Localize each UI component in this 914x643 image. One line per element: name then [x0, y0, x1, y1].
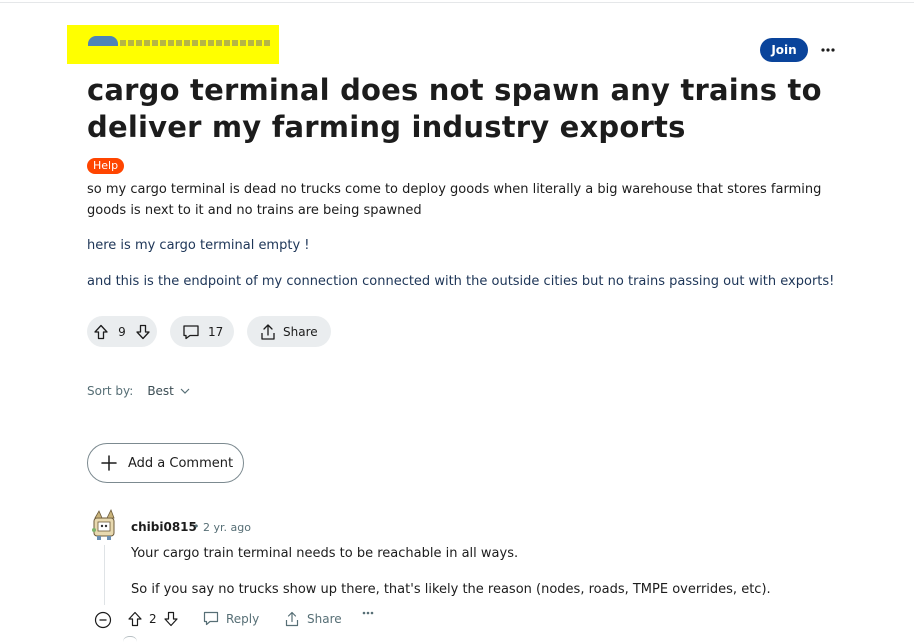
post-body-paragraph: and this is the endpoint of my connectio… [87, 274, 835, 289]
add-comment-button[interactable]: Add a Comment [87, 443, 244, 483]
add-comment-label: Add a Comment [128, 455, 234, 471]
comment-vote-control: 2 [127, 611, 179, 627]
arrow-up-outline-icon [128, 611, 142, 627]
arrow-up-outline-icon [94, 324, 108, 339]
ellipsis-icon [362, 611, 374, 615]
share-upload-icon [284, 611, 300, 627]
minus-circle-icon [94, 611, 112, 629]
comment-score: 2 [149, 612, 157, 626]
more-options-button[interactable] [817, 40, 839, 60]
arrow-down-outline-icon [136, 324, 150, 339]
comment-author[interactable]: chibi0815 [131, 520, 197, 534]
post-score: 9 [118, 324, 126, 339]
share-upload-icon [259, 323, 277, 341]
post-title: cargo terminal does not spawn any trains… [87, 73, 822, 144]
downvote-button[interactable] [135, 324, 151, 340]
collapse-thread-button[interactable] [94, 611, 112, 629]
speech-bubble-icon [182, 324, 200, 340]
comment-more-options-button[interactable] [362, 611, 374, 615]
comments-count: 17 [208, 324, 224, 339]
reply-label: Reply [226, 611, 260, 626]
share-label: Share [283, 324, 318, 339]
chevron-down-icon [180, 388, 190, 394]
post-body-paragraph: here is my cargo terminal empty ! [87, 238, 310, 253]
join-button[interactable]: Join [760, 38, 808, 62]
sort-control: Sort by: Best [87, 384, 190, 398]
post-body-paragraph: so my cargo terminal is dead no trucks c… [87, 182, 822, 218]
comment-upvote-button[interactable] [127, 611, 143, 627]
comment-timestamp[interactable]: 2 yr. ago [203, 521, 251, 534]
redacted-subreddit-name [120, 40, 270, 46]
comment-text: So if you say no trucks show up there, t… [131, 582, 771, 597]
upvote-button[interactable] [93, 324, 109, 340]
sort-label: Sort by: [87, 384, 134, 398]
sort-dropdown[interactable]: Best [147, 384, 190, 398]
comment-share-label: Share [307, 612, 342, 626]
avatar[interactable] [89, 508, 121, 542]
ellipsis-icon [821, 48, 835, 52]
plus-icon [100, 454, 118, 472]
comment-text: Your cargo train terminal needs to be re… [131, 546, 519, 561]
comments-button[interactable]: 17 [170, 316, 234, 347]
sort-value: Best [147, 384, 174, 398]
arrow-down-outline-icon [164, 611, 178, 627]
meta-separator: • [193, 520, 200, 533]
top-divider [0, 2, 914, 3]
vote-pill: 9 [87, 316, 157, 347]
comment-thread-line[interactable] [104, 545, 105, 605]
reply-button[interactable]: Reply [203, 611, 259, 626]
post-flair[interactable]: Help [87, 158, 125, 174]
comment-downvote-button[interactable] [163, 611, 179, 627]
share-button[interactable]: Share [247, 316, 331, 347]
speech-bubble-icon [203, 611, 219, 626]
subreddit-avatar [88, 36, 118, 46]
comment-share-button[interactable]: Share [284, 611, 342, 627]
